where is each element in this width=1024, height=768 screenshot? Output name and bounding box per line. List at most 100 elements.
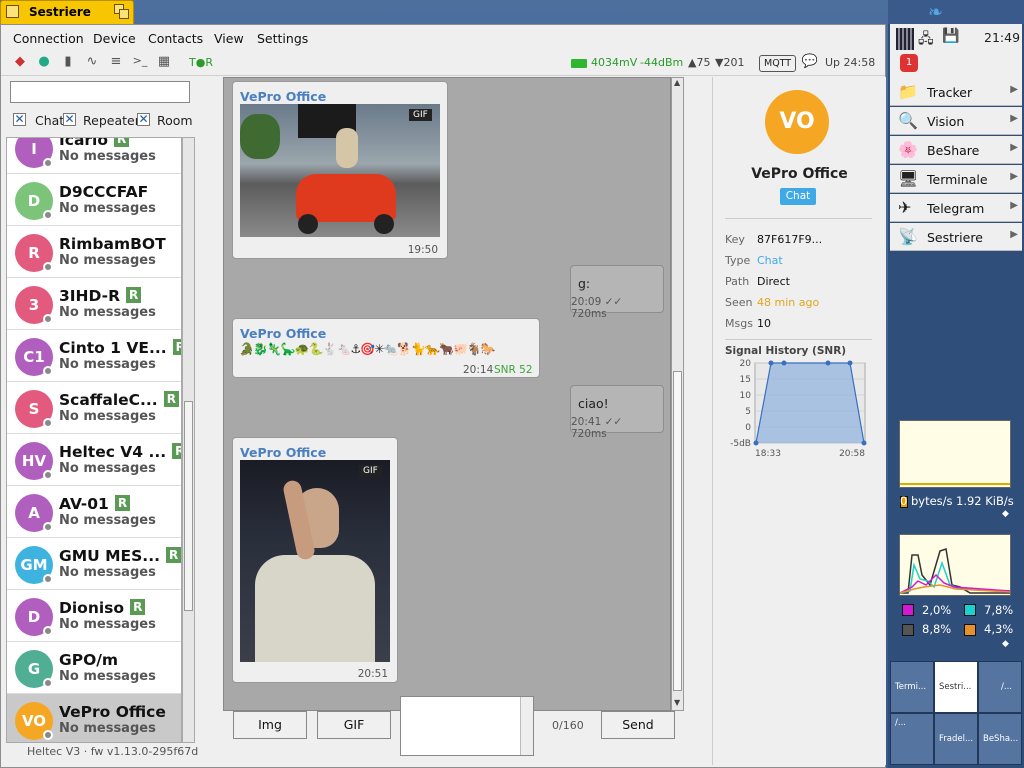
clock[interactable]: 21:49 bbox=[984, 30, 1020, 45]
network-icon[interactable]: 🖧 bbox=[918, 28, 934, 52]
wave-icon[interactable]: ∿ bbox=[83, 54, 101, 69]
contact-name: ScaffaleC... R bbox=[59, 391, 179, 409]
chart-x-tick-label: 18:33 bbox=[755, 449, 781, 459]
app-tracker[interactable]: 📁 Tracker ▶ bbox=[890, 78, 1022, 106]
firmware-label: Heltec V3 · fw v1.13.0-295f67d bbox=[27, 745, 199, 758]
chart-y-tick-label: 10 bbox=[740, 391, 752, 401]
search-input[interactable] bbox=[10, 81, 190, 103]
repeater-filter-checkbox[interactable]: ✕ bbox=[63, 113, 76, 126]
menu-connection[interactable]: Connection bbox=[13, 31, 84, 46]
message-input[interactable] bbox=[400, 696, 534, 756]
leaf-icon[interactable]: ❧ bbox=[928, 2, 943, 23]
path-label: Path bbox=[725, 275, 750, 288]
chart-data-point bbox=[825, 360, 831, 366]
repeater-badge: R bbox=[165, 547, 181, 563]
drag-icon[interactable]: ◆ bbox=[1002, 639, 1009, 649]
app-telegram[interactable]: ✈ Telegram ▶ bbox=[890, 194, 1022, 222]
snr-value: SNR 52 bbox=[494, 364, 533, 376]
workspace-1[interactable]: Termi... bbox=[890, 661, 934, 713]
rssi: -44dBm bbox=[640, 56, 684, 69]
contact-list-scrollbar-thumb[interactable] bbox=[184, 401, 193, 611]
img-button[interactable]: Img bbox=[233, 711, 307, 739]
contact-row[interactable]: HVHeltec V4 ...RNo messages bbox=[7, 434, 181, 486]
contact-row[interactable]: GM GMU MES... R No messages bbox=[7, 538, 181, 590]
contact-last-message: No messages bbox=[59, 513, 156, 528]
contact-last-message: No messages bbox=[59, 565, 156, 580]
gif-image[interactable] bbox=[240, 460, 390, 662]
contact-name-text: AV-01 bbox=[59, 495, 109, 513]
mqtt-badge[interactable]: MQTT bbox=[759, 55, 797, 72]
app-sestriere[interactable]: 📡 Sestriere ▶ bbox=[890, 223, 1022, 251]
contact-last-message: No messages bbox=[59, 461, 156, 476]
contact-name-text: Icario bbox=[59, 137, 109, 149]
status-dot bbox=[43, 262, 53, 272]
drag-icon[interactable]: ◆ bbox=[1002, 509, 1009, 519]
contact-row[interactable]: VO VePro Office No messages bbox=[7, 694, 181, 742]
repeater-badge: R bbox=[172, 443, 181, 459]
chevron-right-icon: ▶ bbox=[1010, 84, 1018, 95]
cpu-swatch-4 bbox=[964, 624, 976, 636]
list-icon[interactable]: ≡ bbox=[107, 54, 125, 69]
workspace-6[interactable]: BeSha... bbox=[978, 713, 1022, 765]
globe-icon[interactable]: ● bbox=[35, 54, 53, 69]
app-terminale[interactable]: 🖥 Terminale ▶ bbox=[890, 165, 1022, 193]
workspace-5[interactable]: Fradel... bbox=[934, 713, 978, 765]
gif-image[interactable] bbox=[240, 104, 440, 237]
contact-name-text: ScaffaleC... bbox=[59, 391, 158, 409]
window-menu-icon[interactable] bbox=[6, 5, 19, 18]
scroll-down-icon[interactable]: ▼ bbox=[674, 698, 680, 707]
zoom-icon-back[interactable] bbox=[119, 9, 129, 19]
cpu-graph-svg bbox=[899, 548, 1011, 594]
message-sender: VePro Office bbox=[240, 326, 327, 341]
chat-filter-checkbox[interactable]: ✕ bbox=[13, 113, 26, 126]
contact-row[interactable]: 3 3IHD-R R No messages bbox=[7, 278, 181, 330]
location-icon[interactable]: ◆ bbox=[11, 54, 29, 69]
stats-icon[interactable]: ▮ bbox=[59, 54, 77, 69]
contact-row[interactable]: I Icario R No messages bbox=[7, 137, 181, 174]
menu-view[interactable]: View bbox=[214, 31, 244, 46]
chart-y-tick-label: 0 bbox=[745, 423, 751, 433]
menu-contacts[interactable]: Contacts bbox=[148, 31, 203, 46]
contact-row[interactable]: D D9CCCFAF No messages bbox=[7, 174, 181, 226]
repeater-badge: R bbox=[172, 339, 181, 355]
menu-device[interactable]: Device bbox=[93, 31, 136, 46]
chart-y-tick-label: 15 bbox=[740, 375, 751, 385]
cpu-value-3: 8,8% bbox=[922, 622, 952, 636]
grid-icon[interactable]: ▦ bbox=[155, 54, 173, 69]
path-value: Direct bbox=[757, 275, 790, 288]
message-time: 20:09 ✓✓ 720ms bbox=[571, 296, 623, 320]
contact-row[interactable]: R RimbamBOT No messages bbox=[7, 226, 181, 278]
network-graph-line bbox=[900, 483, 1010, 485]
chart-data-point bbox=[781, 360, 787, 366]
status-dot bbox=[43, 418, 53, 428]
chat-bubble-icon[interactable]: 💬 bbox=[801, 54, 819, 69]
app-vision[interactable]: 🔍 Vision ▶ bbox=[890, 107, 1022, 135]
contact-row[interactable]: D Dioniso R No messages bbox=[7, 590, 181, 642]
scroll-up-icon[interactable]: ▲ bbox=[674, 78, 680, 87]
chart-area-fill bbox=[756, 363, 864, 443]
chat-scrollbar[interactable]: ▲ ▼ bbox=[671, 77, 684, 711]
chat-scrollbar-thumb[interactable] bbox=[673, 371, 682, 691]
send-button[interactable]: Send bbox=[601, 711, 675, 739]
notification-badge[interactable]: 1 bbox=[900, 54, 918, 72]
contact-row[interactable]: S ScaffaleC... R No messages bbox=[7, 382, 181, 434]
contact-row[interactable]: C1Cinto 1 VE...RNo messages bbox=[7, 330, 181, 382]
room-filter-checkbox[interactable]: ✕ bbox=[137, 113, 150, 126]
workspace-3[interactable]: /... bbox=[978, 661, 1022, 713]
seen-value: 48 min ago bbox=[757, 296, 820, 309]
gif-badge: GIF bbox=[409, 109, 432, 121]
contact-row[interactable]: A AV-01 R No messages bbox=[7, 486, 181, 538]
network-graph bbox=[899, 420, 1011, 488]
menu-settings[interactable]: Settings bbox=[257, 31, 308, 46]
terminal-icon[interactable]: >_ bbox=[131, 54, 149, 67]
message-input-scrollbar[interactable] bbox=[520, 697, 533, 755]
workspace-4[interactable]: /... bbox=[890, 713, 934, 765]
workspace-2[interactable]: Sestri... bbox=[934, 661, 978, 713]
cpu-meter-icon[interactable] bbox=[896, 28, 914, 50]
gif-button[interactable]: GIF bbox=[317, 711, 391, 739]
window-title-tab[interactable]: Sestriere bbox=[0, 0, 134, 24]
contact-row[interactable]: G GPO/m No messages bbox=[7, 642, 181, 694]
key-label: Key bbox=[725, 233, 745, 246]
disk-icon[interactable]: 💾 bbox=[942, 28, 959, 44]
app-beshare[interactable]: 🌸 BeShare ▶ bbox=[890, 136, 1022, 164]
